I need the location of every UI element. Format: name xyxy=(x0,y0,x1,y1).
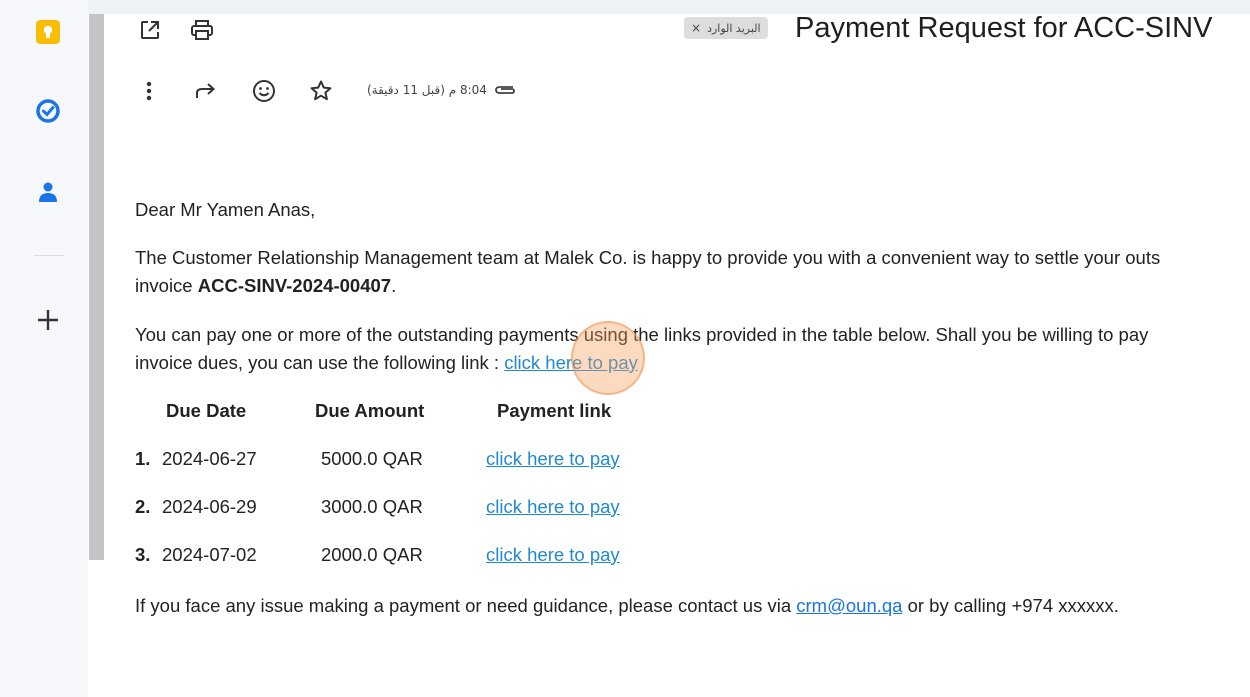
table-row: 3. 2024-07-02 2000.0 QAR click here to p… xyxy=(135,544,695,570)
payment-link[interactable]: click here to pay xyxy=(486,448,620,470)
top-strip xyxy=(0,0,1250,14)
keep-icon xyxy=(36,20,60,44)
email-subject: Payment Request for ACC-SINV xyxy=(795,14,1213,44)
paragraph-1-line-2: invoice ACC-SINV-2024-00407. xyxy=(135,272,396,300)
contact-suffix: or by calling +974 xxxxxx. xyxy=(902,595,1119,616)
forward-icon xyxy=(196,83,215,98)
header-due-amount: Due Amount xyxy=(315,400,425,421)
contact-line: If you face any issue making a payment o… xyxy=(135,592,1119,620)
paragraph-2-line-2: invoice dues, you can use the following … xyxy=(135,349,638,377)
add-icon xyxy=(38,310,58,330)
invoice-prefix: invoice xyxy=(135,275,198,296)
remove-label-button[interactable]: × xyxy=(691,21,701,35)
received-time: 8:04 م (قبل 11 دقيقة) xyxy=(367,83,487,97)
header-due-date: Due Date xyxy=(166,400,247,421)
rail-divider xyxy=(34,255,64,256)
row-number: 3. xyxy=(135,544,151,565)
side-rail xyxy=(0,0,88,697)
forward-button[interactable] xyxy=(190,75,222,107)
tasks-button[interactable] xyxy=(30,93,66,129)
due-date: 2024-06-29 xyxy=(162,496,257,517)
pay-all-link[interactable]: click here to pay xyxy=(504,352,638,373)
mail-view: البريد الوارد × Payment Request for ACC-… xyxy=(105,14,1250,697)
contacts-button[interactable] xyxy=(30,174,66,210)
more-options-button[interactable] xyxy=(133,75,165,107)
pay-all-prefix: invoice dues, you can use the following … xyxy=(135,352,505,373)
add-addon-button[interactable] xyxy=(30,302,66,338)
star-icon xyxy=(310,80,332,101)
star-button[interactable] xyxy=(305,75,337,107)
invoice-suffix: . xyxy=(391,275,397,296)
emoji-icon xyxy=(253,80,275,102)
paragraph-2-line-1: You can pay one or more of the outstandi… xyxy=(135,324,1149,345)
print-button[interactable] xyxy=(186,14,218,46)
header-payment-link: Payment link xyxy=(497,400,612,421)
payment-link[interactable]: click here to pay xyxy=(486,544,620,566)
attachment-icon xyxy=(495,86,515,94)
table-row: 1. 2024-06-27 5000.0 QAR click here to p… xyxy=(135,448,695,474)
open-in-new-window-button[interactable] xyxy=(134,14,166,46)
more-vert-icon xyxy=(146,81,152,101)
due-amount: 2000.0 QAR xyxy=(321,544,423,565)
table-row: 2. 2024-06-29 3000.0 QAR click here to p… xyxy=(135,496,695,522)
scrollbar-thumb[interactable] xyxy=(89,14,104,560)
payment-link[interactable]: click here to pay xyxy=(486,496,620,518)
print-icon xyxy=(191,20,213,40)
due-amount: 3000.0 QAR xyxy=(321,496,423,517)
contact-email-link[interactable]: crm@oun.qa xyxy=(796,595,902,616)
open-in-new-icon xyxy=(141,21,159,39)
contact-prefix: If you face any issue making a payment o… xyxy=(135,595,797,616)
message-time-info: 8:04 م (قبل 11 دقيقة) xyxy=(367,80,517,100)
due-date: 2024-07-02 xyxy=(162,544,257,565)
paragraph-1-line-1: The Customer Relationship Management tea… xyxy=(135,247,1161,268)
due-date: 2024-06-27 xyxy=(162,448,257,469)
contacts-icon xyxy=(39,182,57,202)
due-amount: 5000.0 QAR xyxy=(321,448,423,469)
emoji-reaction-button[interactable] xyxy=(248,75,280,107)
inbox-label-chip[interactable]: البريد الوارد × xyxy=(684,17,768,39)
keep-button[interactable] xyxy=(30,14,66,50)
invoice-number: ACC-SINV-2024-00407 xyxy=(197,275,392,296)
greeting: Dear Mr Yamen Anas, xyxy=(135,199,316,220)
inbox-label: البريد الوارد xyxy=(707,21,761,35)
row-number: 2. xyxy=(135,496,151,517)
row-number: 1. xyxy=(135,448,151,469)
tasks-icon xyxy=(36,99,60,123)
